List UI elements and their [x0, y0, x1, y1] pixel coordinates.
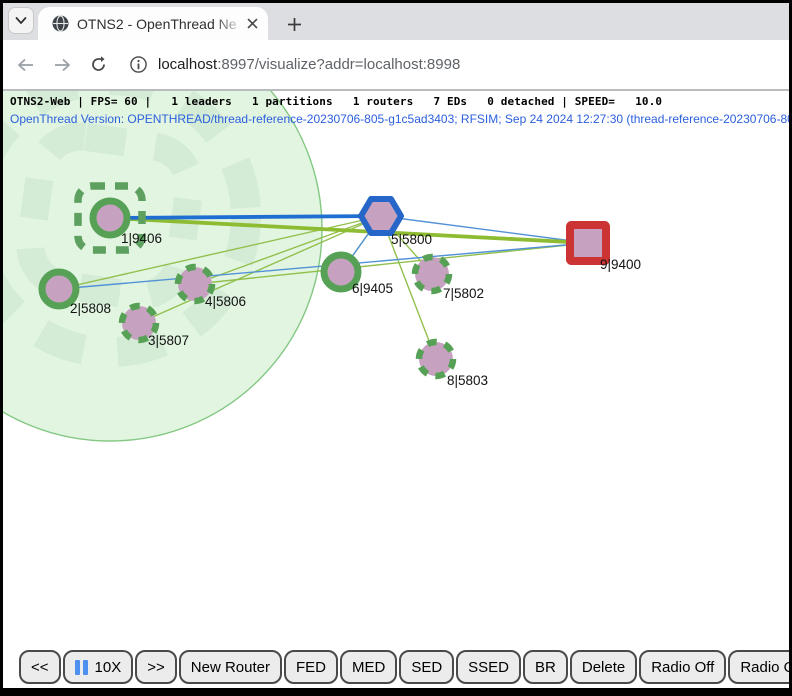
node-label: 6|9405: [352, 281, 393, 296]
back-icon[interactable]: [17, 56, 35, 74]
toolbar-button-label: 10X: [95, 659, 122, 676]
globe-favicon-icon: [52, 15, 69, 32]
toolbar-button-label: BR: [535, 659, 556, 676]
toolbar-button-label: Radio Off: [651, 659, 714, 676]
simulation-canvas[interactable]: 1|9406 2|5808 3|5807 4|5806 5|5800 6|9405 7|58…: [3, 91, 789, 688]
toolbar-button-label: New Router: [191, 659, 270, 676]
browser-window: OTNS2 - OpenThread Ne: [0, 0, 792, 696]
version-line: OpenThread Version: OPENTHREAD/thread-re…: [10, 112, 789, 126]
forward-icon[interactable]: [53, 56, 71, 74]
toolbar-button-med[interactable]: MED: [340, 650, 397, 684]
tab-close-icon[interactable]: [244, 16, 260, 32]
plus-icon: [287, 17, 302, 32]
toolbar-button-10x[interactable]: 10X: [63, 650, 134, 684]
toolbar-button-label: MED: [352, 659, 385, 676]
node-label: 5|5800: [391, 232, 432, 247]
toolbar-button-fed[interactable]: FED: [284, 650, 338, 684]
toolbar-button-delete[interactable]: Delete: [570, 650, 637, 684]
tab-title: OTNS2 - OpenThread Ne: [77, 16, 244, 32]
toolbar-button-label: >>: [147, 659, 165, 676]
stats-line: OTNS2-Web | FPS= 60 | 1 leaders 1 partit…: [10, 95, 662, 108]
toolbar-button-radio-off[interactable]: Radio Off: [639, 650, 726, 684]
network-graph: 1|9406 2|5808 3|5807 4|5806 5|5800 6|9405 7|58…: [3, 91, 789, 688]
toolbar-button-ssed[interactable]: SSED: [456, 650, 521, 684]
toolbar-button-label: SSED: [468, 659, 509, 676]
chevron-down-icon: [15, 16, 27, 25]
toolbar-button-label: Delete: [582, 659, 625, 676]
tab-bar: OTNS2 - OpenThread Ne: [3, 3, 789, 40]
url-field[interactable]: localhost:8997/visualize?addr=localhost:…: [129, 55, 789, 74]
node-label: 3|5807: [148, 333, 189, 348]
node-label: 1|9406: [121, 231, 162, 246]
toolbar-button--[interactable]: <<: [19, 650, 61, 684]
url-text: localhost:8997/visualize?addr=localhost:…: [158, 56, 460, 73]
toolbar-button-label: <<: [31, 659, 49, 676]
toolbar-button-label: SED: [411, 659, 442, 676]
link-1-5: [110, 216, 381, 218]
toolbar-button-label: Radio On: [740, 659, 789, 676]
tab-list-button[interactable]: [9, 8, 33, 33]
new-tab-button[interactable]: [281, 11, 307, 37]
node-label: 4|5806: [205, 294, 246, 309]
toolbar-button-radio-on[interactable]: Radio On: [728, 650, 789, 684]
node-label: 9|9400: [600, 257, 641, 272]
toolbar-button--[interactable]: >>: [135, 650, 177, 684]
pause-icon: [75, 660, 88, 675]
url-bar: localhost:8997/visualize?addr=localhost:…: [3, 40, 789, 91]
toolbar-button-label: FED: [296, 659, 326, 676]
toolbar-button-new-router[interactable]: New Router: [179, 650, 282, 684]
node-5|5800[interactable]: [361, 199, 401, 233]
info-icon[interactable]: [129, 55, 148, 74]
reload-icon[interactable]: [89, 56, 107, 74]
action-toolbar: << 10X >> New Router FED MED SED SSED BR Delete Ra…: [19, 650, 789, 684]
toolbar-button-sed[interactable]: SED: [399, 650, 454, 684]
node-label: 2|5808: [70, 301, 111, 316]
toolbar-button-br[interactable]: BR: [523, 650, 568, 684]
node-8|5803[interactable]: [419, 342, 453, 376]
node-9|9400[interactable]: [570, 225, 606, 261]
url-host: localhost: [158, 56, 217, 73]
node-label: 8|5803: [447, 373, 488, 388]
browser-tab[interactable]: OTNS2 - OpenThread Ne: [38, 7, 268, 40]
node-label: 7|5802: [443, 286, 484, 301]
url-path: :8997/visualize?addr=localhost:8998: [217, 56, 460, 73]
